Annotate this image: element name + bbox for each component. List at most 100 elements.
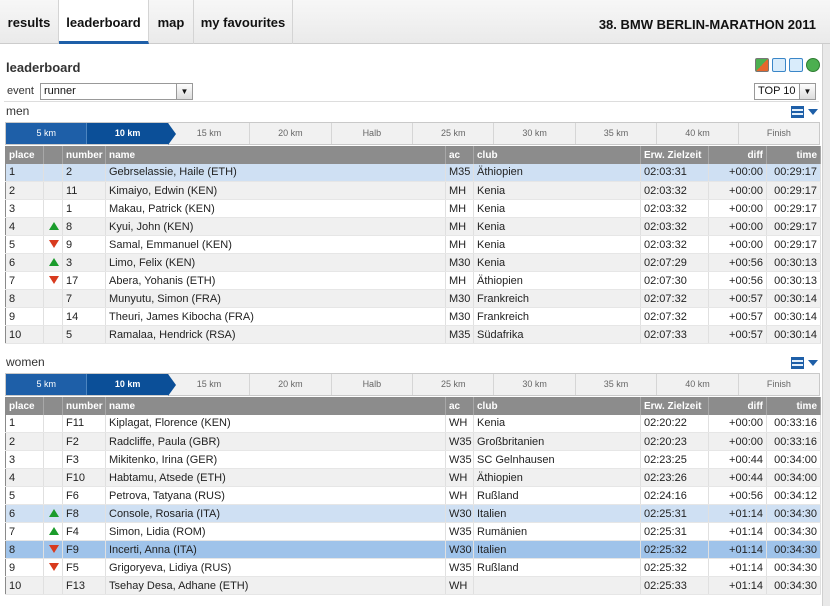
split-tab[interactable]: Halb [332,123,414,144]
cell-time: 00:29:17 [766,235,821,254]
cell-time: 00:30:13 [766,271,821,290]
cell-name: Kyui, John (KEN) [105,217,446,236]
tab-leaderboard[interactable]: leaderboard [59,0,149,44]
column-header-trend[interactable] [43,146,63,164]
trend-cell [43,486,63,505]
split-tab[interactable]: Finish [739,123,819,144]
cell-ac: W35 [445,450,474,469]
column-header-ac[interactable]: ac [445,397,474,415]
table-row[interactable]: 7 F4 Simon, Lidia (ROM) W35 Rumänien 02:25:31… [5,522,821,541]
table-row[interactable]: 6 F8 Console, Rosaria (ITA) W30 Italien 02:25… [5,504,821,523]
table-row[interactable]: 3 F3 Mikitenko, Irina (GER) W35 SC Gelnhause… [5,450,821,469]
cell-time: 00:29:17 [766,217,821,236]
table-row[interactable]: 5 F6 Petrova, Tatyana (RUS) WH Rußland 02:24:… [5,486,821,505]
column-header-diff[interactable]: diff [708,397,767,415]
split-tab[interactable]: 40 km [657,123,739,144]
cell-number: 3 [62,253,106,272]
cell-club: Italien [473,504,641,523]
table-row[interactable]: 9 F5 Grigoryeva, Lidiya (RUS) W35 Rußland 02:… [5,558,821,577]
column-header-zielzeit[interactable]: Erw. Zielzeit [640,146,709,164]
cell-club: Frankreich [473,307,641,326]
tab-results[interactable]: results [0,0,59,44]
split-tab[interactable]: 35 km [576,123,658,144]
column-header-number[interactable]: number [62,146,106,164]
column-header-name[interactable]: name [105,397,446,415]
vertical-scrollbar[interactable] [822,44,830,606]
column-header-ac[interactable]: ac [445,146,474,164]
table-row[interactable]: 5 9 Samal, Emmanuel (KEN) MH Kenia 02:03:32 +0… [5,235,821,254]
table-row[interactable]: 4 F10 Habtamu, Atsede (ETH) WH Äthiopien 02:2… [5,468,821,487]
chevron-down-icon[interactable]: ▼ [176,84,192,99]
split-tab[interactable]: 10 km [87,123,177,145]
split-tab[interactable]: 40 km [657,374,739,395]
people-icon[interactable] [755,58,769,72]
split-tab[interactable]: 10 km [87,374,177,396]
trend-cell [43,235,63,254]
cell-club: Kenia [473,199,641,218]
cell-number: 1 [62,199,106,218]
cell-number: 17 [62,271,106,290]
split-tab[interactable]: 15 km [169,374,251,395]
group-settings-icon[interactable] [791,106,804,118]
tab-map[interactable]: map [149,0,194,44]
event-select[interactable]: runner ▼ [40,83,193,100]
refresh-icon[interactable] [806,58,820,72]
cell-place: 8 [5,289,44,308]
split-tab[interactable]: 15 km [169,123,251,144]
table-row[interactable]: 1 2 Gebrselassie, Haile (ETH) M35 Äthiopien 0… [5,163,821,182]
arrow-down-icon [49,562,59,571]
split-tab[interactable]: 25 km [413,374,495,395]
collapse-icon[interactable] [808,360,818,366]
cell-name: Munyutu, Simon (FRA) [105,289,446,308]
column-header-time[interactable]: time [766,397,821,415]
collapse-icon[interactable] [808,109,818,115]
table-row[interactable]: 8 F9 Incerti, Anna (ITA) W30 Italien 02:25:32… [5,540,821,559]
table-row[interactable]: 2 11 Kimaiyo, Edwin (KEN) MH Kenia 02:03:32 +0… [5,181,821,200]
chevron-down-icon[interactable]: ▼ [799,84,815,99]
trend-cell [43,540,63,559]
split-tab[interactable]: 5 km [6,374,88,395]
table-row[interactable]: 4 8 Kyui, John (KEN) MH Kenia 02:03:32 +00:00 0… [5,217,821,236]
table-row[interactable]: 1 F11 Kiplagat, Florence (KEN) WH Kenia 02:20… [5,414,821,433]
table-row[interactable]: 3 1 Makau, Patrick (KEN) MH Kenia 02:03:32 +00… [5,199,821,218]
split-tab[interactable]: Finish [739,374,819,395]
split-tab[interactable]: 30 km [494,374,576,395]
split-tabs-men: 5 km 10 km 15 km 20 km Halb 25 km 30 km 35 km 40… [5,122,820,145]
table-row[interactable]: 8 7 Munyutu, Simon (FRA) M30 Frankreich 02:07… [5,289,821,308]
table-row[interactable]: 6 3 Limo, Felix (KEN) M30 Kenia 02:07:29 +00:5… [5,253,821,272]
column-header-number[interactable]: number [62,397,106,415]
table-row[interactable]: 2 F2 Radcliffe, Paula (GBR) W35 Großbritanie… [5,432,821,451]
split-tab[interactable]: Halb [332,374,414,395]
cell-club: Rußland [473,486,641,505]
event-select-value: runner [44,85,76,97]
split-tab[interactable]: 20 km [250,123,332,144]
cell-name: Petrova, Tatyana (RUS) [105,486,446,505]
table-row[interactable]: 10 5 Ramalaa, Hendrick (RSA) M35 Südafrika 02… [5,325,821,344]
split-tab[interactable]: 35 km [576,374,658,395]
split-tab[interactable]: 20 km [250,374,332,395]
arrow-up-icon [49,221,59,230]
column-header-club[interactable]: club [473,397,641,415]
column-header-time[interactable]: time [766,146,821,164]
split-tab[interactable]: 25 km [413,123,495,144]
list-view-icon[interactable] [772,58,786,72]
columns-view-icon[interactable] [789,58,803,72]
cell-number: F13 [62,576,106,595]
column-header-diff[interactable]: diff [708,146,767,164]
column-header-place[interactable]: place [5,397,44,415]
cell-ac: M30 [445,307,474,326]
column-header-name[interactable]: name [105,146,446,164]
table-row[interactable]: 7 17 Abera, Yohanis (ETH) MH Äthiopien 02:07:… [5,271,821,290]
column-header-zielzeit[interactable]: Erw. Zielzeit [640,397,709,415]
split-tab[interactable]: 5 km [6,123,88,144]
column-header-trend[interactable] [43,397,63,415]
cell-number: 11 [62,181,106,200]
table-row[interactable]: 10 F13 Tsehay Desa, Adhane (ETH) WH 02:25:33… [5,576,821,595]
table-row[interactable]: 9 14 Theuri, James Kibocha (FRA) M30 Frankre… [5,307,821,326]
tab-my-favourites[interactable]: my favourites [194,0,293,44]
split-tab[interactable]: 30 km [494,123,576,144]
group-settings-icon[interactable] [791,357,804,369]
column-header-club[interactable]: club [473,146,641,164]
top-select[interactable]: TOP 10 ▼ [754,83,816,100]
column-header-place[interactable]: place [5,146,44,164]
